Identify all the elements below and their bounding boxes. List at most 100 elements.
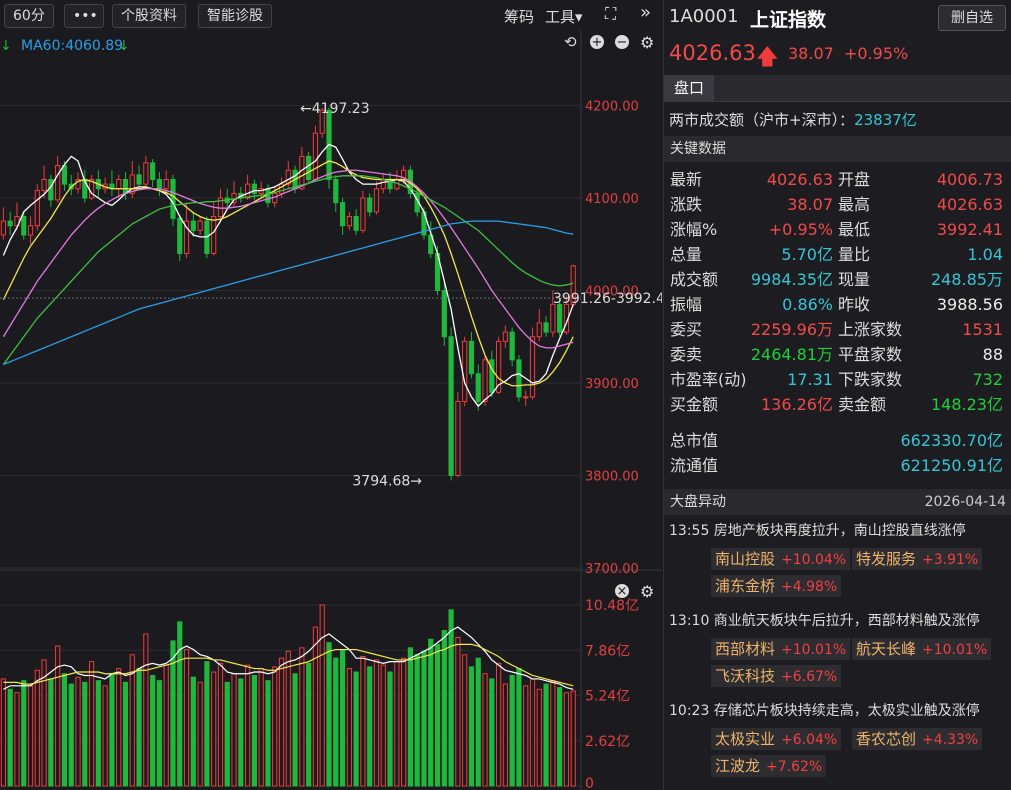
- period-selector[interactable]: 60分: [4, 4, 54, 28]
- delete-watchlist-button[interactable]: 删自选: [938, 5, 1006, 31]
- volume-bar: [204, 661, 210, 787]
- key-data-value: 5.70亿: [781, 245, 833, 264]
- key-data-label: 涨幅%: [670, 220, 718, 239]
- mcap-label: 总市值: [670, 431, 719, 450]
- key-data-value: 1.04: [967, 245, 1003, 264]
- expand-icon[interactable]: ⛶: [605, 4, 616, 24]
- stock-chip[interactable]: 江波龙 +7.62%: [711, 755, 827, 777]
- key-data-label: 涨跌: [670, 195, 703, 214]
- quote-panel: 1A0001 上证指数 删自选 4026.63 🡅 38.07 +0.95% 盘…: [663, 0, 1011, 790]
- key-data-label: 卖金额: [838, 395, 887, 414]
- chips-button[interactable]: 筹码: [504, 6, 534, 27]
- market-move-text[interactable]: 10:23 存储芯片板块持续走高，太极实业触及涨停: [669, 700, 980, 720]
- volume-bar: [516, 668, 522, 787]
- stock-chip-pct: +10.01%: [781, 642, 847, 658]
- turnover-row: 两市成交额（沪市+深市）：23837亿: [669, 109, 917, 130]
- candle-body: [550, 303, 556, 333]
- stock-chip[interactable]: 香农芯创 +4.33%: [852, 728, 983, 750]
- volume-bar: [401, 657, 407, 787]
- volume-bar: [244, 664, 251, 787]
- stock-chip[interactable]: 特发服务 +3.91%: [852, 548, 983, 570]
- gear-icon: ⚙: [640, 33, 654, 52]
- volume-bar: [489, 678, 495, 787]
- market-move-text[interactable]: 13:55 房地产板块再度拉升，南山控股直线涨停: [669, 520, 966, 540]
- volume-bar: [75, 676, 81, 787]
- volume-bar: [143, 633, 149, 787]
- candle-body: [306, 155, 312, 180]
- zoom-out-icon: −: [617, 35, 628, 50]
- volume-bar: [468, 666, 475, 787]
- volume-bar: [82, 681, 88, 787]
- volume-bar: [523, 685, 529, 787]
- volume-bar: [407, 647, 414, 787]
- candle-body: [312, 132, 319, 180]
- key-data-label: 平盘家数: [838, 345, 903, 364]
- float-value: 621250.91亿: [900, 456, 1003, 475]
- key-data-value: 248.85万: [931, 270, 1003, 289]
- key-data-label: 最低: [838, 220, 871, 239]
- stock-chip-pct: +6.67%: [781, 669, 838, 685]
- market-move-text[interactable]: 13:10 商业航天板块午后拉升，西部材料触及涨停: [669, 610, 980, 630]
- volume-bar: [543, 683, 549, 787]
- stock-chip[interactable]: 飞沃科技 +6.67%: [711, 665, 842, 687]
- key-data-value: 0.86%: [782, 295, 833, 314]
- volume-bar: [88, 661, 95, 787]
- volume-bar: [550, 680, 556, 787]
- volume-bar: [536, 688, 542, 787]
- key-data-value: 38.07: [787, 195, 833, 214]
- stock-info-button[interactable]: 个股资料: [112, 4, 186, 28]
- volume-bar: [353, 671, 359, 787]
- stock-chip[interactable]: 太极实业 +6.04%: [711, 728, 842, 750]
- key-data-label: 量比: [838, 245, 871, 264]
- key-data-label: 买金额: [670, 395, 719, 414]
- stock-chip[interactable]: 南山控股 +10.04%: [711, 548, 851, 570]
- ma-line-ma10: [2, 160, 574, 387]
- volume-bar: [258, 668, 264, 787]
- volume-tick-label: 5.24亿: [585, 689, 630, 705]
- volume-bar: [102, 685, 108, 787]
- candle-body: [143, 162, 149, 185]
- key-data-value: 88: [982, 345, 1003, 364]
- more-button[interactable]: •••: [64, 4, 104, 28]
- market-moves-date: 2026-04-14: [924, 494, 1006, 510]
- volume-tick-label: 7.86亿: [585, 643, 630, 659]
- ma-line-ma30: [2, 175, 574, 365]
- stock-chip-pct: +4.98%: [781, 579, 838, 595]
- price-change-pct: +0.95%: [844, 44, 909, 63]
- kline-chart[interactable]: 4200.004100.004000.003900.003800.003700.…: [0, 30, 662, 790]
- stock-chip[interactable]: 西部材料 +10.01%: [711, 638, 851, 660]
- key-data-label: 开盘: [838, 170, 871, 189]
- volume-bar: [231, 673, 237, 787]
- volume-bar: [475, 657, 481, 787]
- volume-bar: [502, 683, 508, 787]
- key-data-label: 下跌家数: [838, 370, 903, 389]
- stock-chip[interactable]: 浦东金桥 +4.98%: [711, 575, 842, 597]
- price-tick-label: 3900.00: [585, 377, 639, 392]
- candle-body: [299, 155, 305, 190]
- candle-body: [27, 225, 34, 236]
- tab-pankou[interactable]: 盘口: [664, 75, 714, 102]
- candle-body: [462, 340, 468, 402]
- volume-bar: [299, 647, 305, 787]
- candle-body: [197, 220, 203, 231]
- volume-bar: [224, 681, 230, 787]
- up-arrow-icon: 🡅: [756, 45, 779, 70]
- turnover-label: 两市成交额（沪市+深市）：: [669, 111, 855, 129]
- volume-bar: [346, 668, 352, 787]
- chart-panel: 60分 ••• 个股资料 智能诊股 筹码 工具▾ ⛶ » 4200.00 4100…: [0, 0, 662, 790]
- candle-body: [346, 216, 352, 227]
- volume-bar: [333, 657, 339, 787]
- price-tick-label: 4200.00: [585, 100, 639, 115]
- diagnose-button[interactable]: 智能诊股: [198, 4, 272, 28]
- stock-chip-pct: +3.91%: [922, 552, 979, 568]
- stock-chip-pct: +7.62%: [766, 759, 823, 775]
- stock-chip-pct: +6.04%: [781, 732, 838, 748]
- tab-bar: 盘口: [664, 75, 1011, 102]
- price-tick-label: 3800.00: [585, 470, 639, 485]
- candle-body: [367, 197, 373, 213]
- double-chevron-right-icon[interactable]: »: [640, 2, 651, 23]
- turnover-value: 23837亿: [854, 111, 917, 129]
- stock-chip[interactable]: 航天长峰 +10.01%: [852, 638, 992, 660]
- tools-menu[interactable]: 工具▾: [545, 6, 583, 27]
- ma-line-ma60: [3, 220, 574, 366]
